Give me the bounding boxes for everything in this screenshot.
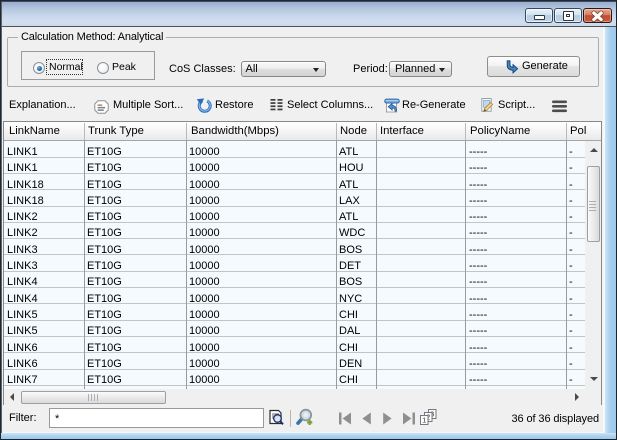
- svg-text:1: 1: [422, 418, 426, 425]
